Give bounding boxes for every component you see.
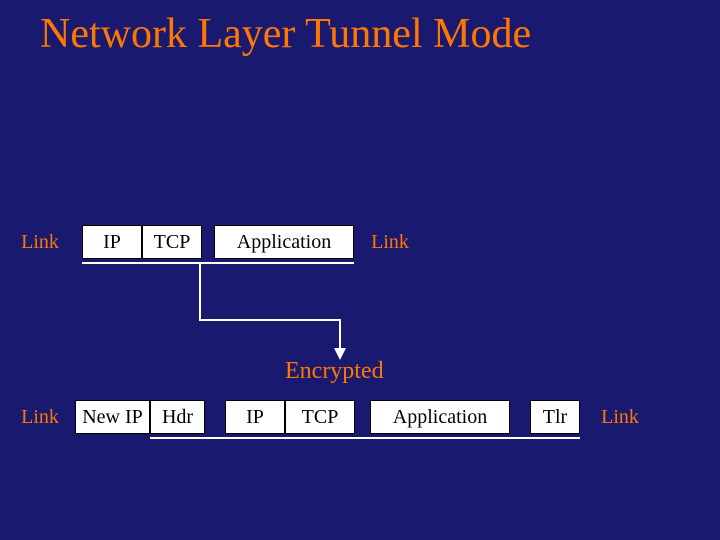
r2-ip: IP [225,400,285,434]
arrow-down-icon [0,0,720,540]
r2-tlr: Tlr [530,400,580,434]
r2-link-left: Link [10,400,70,434]
encrypted-label: Encrypted [285,358,384,385]
r2-application: Application [370,400,510,434]
r2-hdr: Hdr [150,400,205,434]
r2-tcp: TCP [285,400,355,434]
r2-underline [150,437,580,439]
r2-new-ip: New IP [75,400,150,434]
slide: Network Layer Tunnel Mode Link IP TCP Ap… [0,0,720,540]
r2-link-right: Link [590,400,650,434]
